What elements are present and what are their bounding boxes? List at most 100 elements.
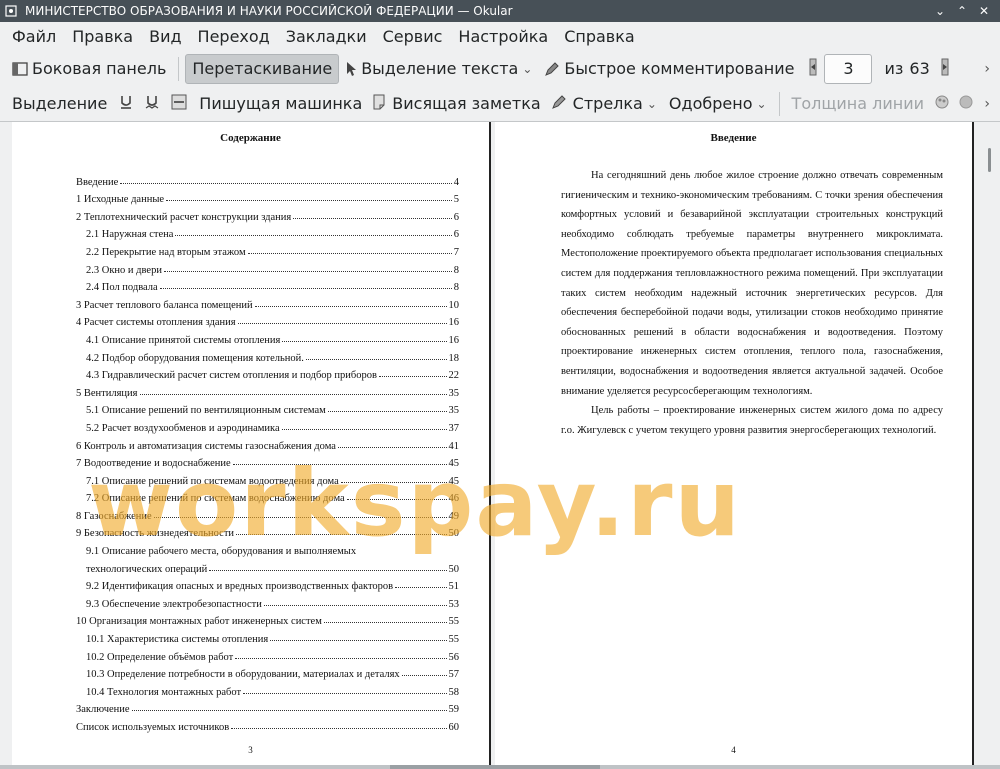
main-toolbar: Боковая панель Перетаскивание Выделение … — [0, 51, 1000, 86]
table-of-contents: Введение 4 1 Исходные данные 5 2 Теплотехн… — [76, 170, 459, 733]
annotation-toolbar: Выделение Пишущая машинка Висящая заметк… — [0, 86, 1000, 121]
horizontal-scrollbar-thumb[interactable] — [390, 765, 600, 769]
toc-entry[interactable]: 4.3 Гидравлический расчет систем отоплен… — [76, 364, 459, 381]
toc-entry[interactable]: 7.1 Описание решений по системам водоотв… — [76, 469, 459, 487]
toc-entry[interactable]: Список используемых источников 60 — [76, 715, 459, 733]
title-bar: МИНИСТЕРСТВО ОБРАЗОВАНИЯ И НАУКИ РОССИЙС… — [0, 0, 1000, 22]
note-icon — [372, 94, 386, 114]
scrollbar-thumb[interactable] — [988, 148, 991, 172]
menu-help[interactable]: Справка — [556, 22, 643, 51]
window-title: МИНИСТЕРСТВО ОБРАЗОВАНИЯ И НАУКИ РОССИЙС… — [25, 4, 513, 18]
toc-entry[interactable]: 10.3 Определение потребности в оборудова… — [76, 663, 459, 680]
arrow-button[interactable]: Стрелка ⌄ — [567, 89, 663, 119]
toc-entry[interactable]: 10.1 Характеристика системы отопления 55 — [76, 627, 459, 645]
menu-file[interactable]: Файл — [4, 22, 64, 51]
toc-entry[interactable]: 7 Водоотведение и водоснабжение 45 — [76, 452, 459, 469]
menu-bookmarks[interactable]: Закладки — [278, 22, 375, 51]
toc-entry[interactable]: Введение 4 — [76, 170, 459, 188]
quick-annotation-label: Быстрое комментирование — [564, 59, 795, 78]
toc-entry[interactable]: 9.2 Идентификация опасных и вредных прои… — [76, 575, 459, 592]
opacity-icon[interactable] — [958, 94, 974, 114]
cursor-icon — [345, 61, 357, 77]
highlight-button[interactable]: Выделение — [6, 89, 113, 119]
toolbar-separator — [178, 56, 180, 81]
menu-edit[interactable]: Правка — [64, 22, 141, 51]
toc-entry[interactable]: 4 Расчет системы отопления здания 16 — [76, 311, 459, 328]
okular-app-icon[interactable] — [3, 3, 19, 19]
toolbar-overflow-icon[interactable]: › — [984, 96, 990, 112]
toc-entry[interactable]: 5.1 Описание решений по вентиляционным с… — [76, 399, 459, 416]
toc-entry[interactable]: 5.2 Расчет воздухообменов и аэродинамика… — [76, 416, 459, 434]
stamp-label: Одобрено — [668, 94, 753, 113]
menu-view[interactable]: Вид — [141, 22, 189, 51]
chevron-down-icon[interactable]: ⌄ — [756, 97, 766, 111]
toc-entry[interactable]: 6 Контроль и автоматизация системы газос… — [76, 434, 459, 452]
quick-annotation-button[interactable]: Быстрое комментирование — [538, 54, 800, 84]
sidebar-button[interactable]: Боковая панель — [6, 54, 172, 84]
toc-entry[interactable]: 2.1 Наружная стена 6 — [76, 223, 459, 240]
vertical-scrollbar[interactable] — [980, 122, 1000, 765]
toc-entry[interactable]: 9.3 Обеспечение электробезопастности 53 — [76, 592, 459, 610]
menu-tools[interactable]: Сервис — [375, 22, 451, 51]
document-page-3: Содержание Введение 4 1 Исходные данные 5 … — [12, 122, 491, 765]
arrow-tool-icon — [551, 94, 567, 114]
toc-entry[interactable]: 2 Теплотехнический расчет конструкции зд… — [76, 205, 459, 223]
intro-paragraph: Цель работы – проектирование инженерных … — [561, 405, 943, 436]
text-select-label: Выделение текста — [361, 59, 519, 78]
toc-entry[interactable]: 2.2 Перекрытие над вторым этажом 7 — [76, 240, 459, 258]
browse-tool-button[interactable]: Перетаскивание — [185, 53, 340, 84]
toolbar-overflow-icon[interactable]: › — [984, 61, 990, 77]
toc-entry[interactable]: 5 Вентиляция 35 — [76, 381, 459, 399]
close-button[interactable]: ✕ — [976, 4, 992, 18]
toc-entry-continuation[interactable]: технологических операций 50 — [76, 557, 459, 575]
toc-entry[interactable]: 10.2 Определение объёмов работ 56 — [76, 645, 459, 663]
toc-entry[interactable]: 9 Безопасность жизнедеятельности 50 — [76, 522, 459, 539]
toc-entry[interactable]: 3 Расчет теплового баланса помещений 10 — [76, 293, 459, 311]
typewriter-button[interactable]: Пишущая машинка — [193, 89, 368, 119]
menu-bar: Файл Правка Вид Переход Закладки Сервис … — [0, 22, 1000, 51]
toc-entry[interactable]: 10.4 Технология монтажных работ 58 — [76, 680, 459, 698]
next-page-icon[interactable] — [940, 58, 950, 80]
toc-heading: Содержание — [220, 132, 281, 144]
toc-entry[interactable]: 1 Исходные данные 5 — [76, 188, 459, 205]
toc-entry[interactable]: 2.3 Окно и двери 8 — [76, 258, 459, 276]
toc-entry[interactable]: 4.2 Подбор оборудования помещения котель… — [76, 346, 459, 364]
chevron-down-icon[interactable]: ⌄ — [522, 62, 532, 76]
page-of-label: из — [884, 59, 904, 78]
intro-paragraph: На сегодняшний день любое жилое строение… — [561, 170, 943, 397]
intro-text: На сегодняшний день любое жилое строение… — [561, 166, 943, 440]
toc-entry[interactable]: 4.1 Описание принятой системы отопления 1… — [76, 328, 459, 346]
toc-entry[interactable]: 9.1 Описание рабочего места, оборудовани… — [76, 539, 459, 557]
line-width-label: Толщина линии — [791, 94, 925, 113]
page-number-input[interactable]: 3 — [824, 53, 873, 84]
toc-entry[interactable]: 10 Организация монтажных работ инженерны… — [76, 610, 459, 627]
toolbar-separator — [778, 91, 780, 116]
toc-entry[interactable]: 8 Газоснабжение 49 — [76, 504, 459, 522]
color-icon[interactable] — [934, 94, 950, 114]
sticky-note-label: Висящая заметка — [392, 94, 541, 113]
pen-icon — [544, 61, 560, 77]
underline-icon[interactable] — [119, 94, 133, 114]
toc-entry[interactable]: 2.4 Пол подвала 8 — [76, 276, 459, 293]
menu-settings[interactable]: Настройка — [450, 22, 556, 51]
browse-tool-label: Перетаскивание — [192, 59, 333, 78]
page-number: 3 — [248, 745, 253, 755]
stamp-button[interactable]: Одобрено ⌄ — [663, 89, 773, 119]
line-width-button[interactable]: Толщина линии — [786, 89, 931, 119]
sticky-note-button[interactable]: Висящая заметка — [386, 89, 546, 119]
toc-entry[interactable]: 7.2 Описание решений по системам водосна… — [76, 487, 459, 504]
page-number: 4 — [731, 745, 736, 755]
arrow-label: Стрелка — [572, 94, 643, 113]
chevron-down-icon[interactable]: ⌄ — [647, 97, 657, 111]
squiggle-icon[interactable] — [145, 94, 159, 114]
highlight-label: Выделение — [12, 94, 108, 113]
previous-page-icon[interactable] — [808, 58, 818, 80]
toc-entry[interactable]: Заключение 59 — [76, 698, 459, 715]
menu-go[interactable]: Переход — [190, 22, 278, 51]
maximize-button[interactable]: ⌃ — [954, 4, 970, 18]
text-select-button[interactable]: Выделение текста ⌄ — [339, 54, 538, 84]
minimize-button[interactable]: ⌄ — [932, 4, 948, 18]
strikeout-icon[interactable] — [171, 94, 187, 114]
document-view[interactable]: Содержание Введение 4 1 Исходные данные 5 … — [0, 121, 1000, 769]
sidebar-icon — [12, 61, 28, 77]
